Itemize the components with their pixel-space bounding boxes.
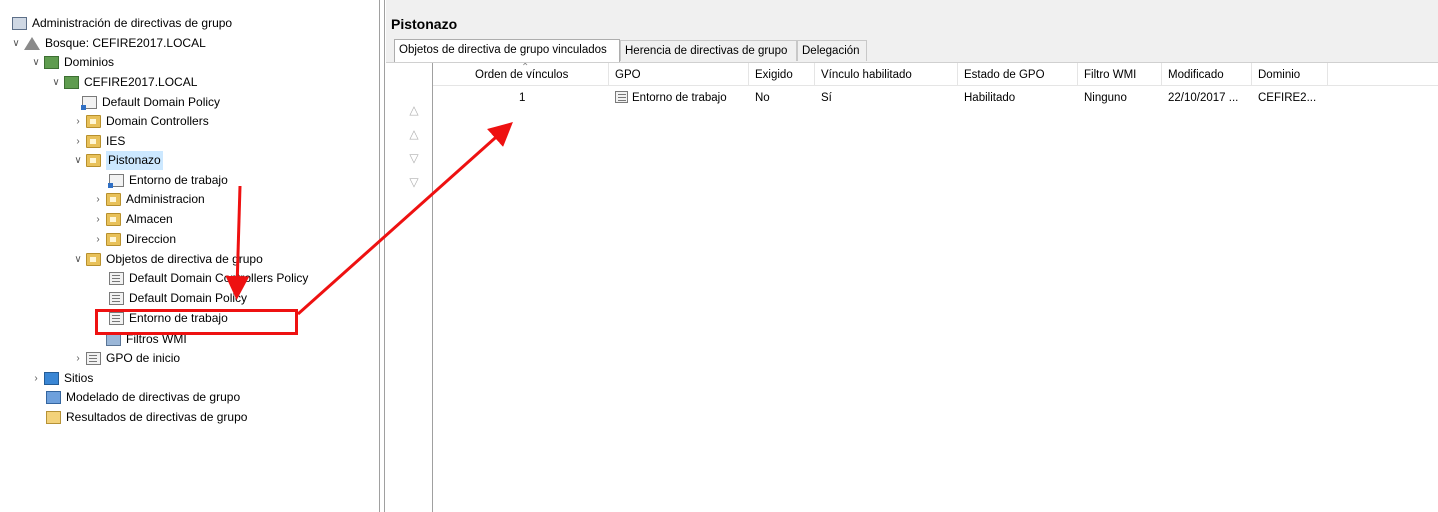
- tree-forest[interactable]: ∨ Bosque: CEFIRE2017.LOCAL: [10, 34, 206, 53]
- cell-wmi-filter: Ninguno: [1084, 92, 1127, 104]
- col-enforced[interactable]: Exigido: [749, 63, 815, 85]
- ou-folder-icon: [106, 213, 121, 226]
- col-link-enabled[interactable]: Vínculo habilitado: [815, 63, 958, 85]
- tree-domain[interactable]: ∨ CEFIRE2017.LOCAL: [50, 73, 197, 92]
- modeling-icon: [46, 391, 61, 404]
- cell-modified: 22/10/2017 ...: [1168, 92, 1239, 104]
- chevron-down-icon[interactable]: ∨: [30, 53, 42, 72]
- chevron-down-icon[interactable]: ∨: [72, 250, 84, 269]
- cell-domain: CEFIRE2...: [1258, 92, 1317, 104]
- tab-content: △ △ ▽ ▽ ⌃ Orden de vínculos GPO Exigido …: [386, 63, 1438, 512]
- domain-icon: [64, 76, 79, 89]
- tree-root[interactable]: Administración de directivas de grupo: [10, 14, 232, 33]
- col-modified[interactable]: Modificado: [1162, 63, 1252, 85]
- gpo-link-icon: [81, 96, 97, 110]
- tree-domains[interactable]: ∨ Dominios: [30, 53, 114, 72]
- tree-ou-pistonazo[interactable]: ∨ Pistonazo: [72, 151, 163, 170]
- tab-linked-gpos[interactable]: Objetos de directiva de grupo vinculados: [394, 39, 620, 62]
- cell-link-order: 1: [519, 92, 526, 104]
- details-header: Pistonazo Objetos de directiva de grupo …: [386, 10, 1438, 63]
- gpo-icon: [109, 312, 124, 325]
- col-link-order[interactable]: ⌃ Orden de vínculos: [433, 63, 609, 85]
- chevron-down-icon[interactable]: ∨: [10, 34, 22, 53]
- chevron-right-icon[interactable]: ›: [72, 112, 84, 131]
- chevron-right-icon[interactable]: ›: [92, 230, 104, 249]
- tree-entorno-link[interactable]: Entorno de trabajo: [107, 171, 228, 190]
- tree-ou-almacen[interactable]: › Almacen: [92, 210, 173, 229]
- cell-gpo: Entorno de trabajo: [609, 89, 749, 107]
- chevron-right-icon[interactable]: ›: [92, 190, 104, 209]
- move-up-icon[interactable]: △: [404, 124, 424, 144]
- gpo-icon: [109, 292, 124, 305]
- ou-folder-icon: [106, 193, 121, 206]
- col-gpo[interactable]: GPO: [609, 63, 749, 85]
- chevron-down-icon[interactable]: ∨: [50, 73, 62, 92]
- chevron-down-icon[interactable]: ∨: [72, 151, 84, 170]
- gpo-icon: [615, 91, 628, 103]
- tree-wmi-filters[interactable]: Filtros WMI: [92, 330, 187, 349]
- forest-icon: [24, 37, 40, 50]
- tree-ou-direccion[interactable]: › Direccion: [92, 230, 176, 249]
- tree-default-domain-policy-link[interactable]: Default Domain Policy: [80, 93, 220, 112]
- tree-modeling[interactable]: Modelado de directivas de grupo: [44, 388, 240, 407]
- chevron-right-icon[interactable]: ›: [72, 349, 84, 368]
- gpo-container-icon: [86, 253, 101, 266]
- sites-icon: [44, 372, 59, 385]
- tree-results[interactable]: Resultados de directivas de grupo: [44, 408, 247, 427]
- tree-gpo-domain-policy[interactable]: Default Domain Policy: [107, 289, 247, 308]
- ou-folder-icon: [86, 135, 101, 148]
- move-bottom-icon[interactable]: ▽: [404, 172, 424, 192]
- results-icon: [46, 411, 61, 424]
- wmi-filter-icon: [106, 333, 121, 346]
- gpo-icon: [109, 272, 124, 285]
- starter-gpo-icon: [86, 352, 101, 365]
- tree-ou-ies[interactable]: › IES: [72, 132, 125, 151]
- move-down-icon[interactable]: ▽: [404, 148, 424, 168]
- chevron-right-icon[interactable]: ›: [72, 132, 84, 151]
- cell-gpo-status: Habilitado: [964, 92, 1016, 104]
- move-top-icon[interactable]: △: [404, 100, 424, 120]
- cell-link-enabled: Sí: [821, 92, 832, 104]
- chevron-right-icon[interactable]: ›: [92, 210, 104, 229]
- console-tree: Administración de directivas de grupo ∨ B…: [0, 0, 380, 512]
- top-strip: [386, 0, 1438, 10]
- tree-ou-administracion[interactable]: › Administracion: [92, 190, 205, 209]
- col-domain[interactable]: Dominio: [1252, 63, 1328, 85]
- tab-delegation[interactable]: Delegación: [797, 40, 867, 61]
- tree-starter-gpo[interactable]: › GPO de inicio: [72, 349, 180, 368]
- cell-enforced: No: [755, 92, 770, 104]
- pane-splitter[interactable]: [379, 0, 385, 512]
- tree-gpo-dc-policy[interactable]: Default Domain Controllers Policy: [107, 269, 308, 288]
- col-wmi-filter[interactable]: Filtro WMI: [1078, 63, 1162, 85]
- sort-ascending-icon: ⌃: [521, 63, 530, 73]
- tree-domain-controllers[interactable]: › Domain Controllers: [72, 112, 209, 131]
- tree-gpo-entorno[interactable]: Entorno de trabajo: [107, 309, 228, 328]
- gpo-link-icon: [108, 174, 124, 188]
- gpmc-root-icon: [12, 17, 27, 30]
- ou-folder-icon: [106, 233, 121, 246]
- chevron-right-icon[interactable]: ›: [30, 369, 42, 388]
- ou-folder-icon: [86, 154, 101, 167]
- tree-gpo-objects[interactable]: ∨ Objetos de directiva de grupo: [72, 250, 263, 269]
- tree-sites[interactable]: › Sitios: [30, 369, 93, 388]
- table-header: ⌃ Orden de vínculos GPO Exigido Vínculo …: [433, 63, 1438, 86]
- details-pane: Pistonazo Objetos de directiva de grupo …: [386, 0, 1438, 512]
- tab-inheritance[interactable]: Herencia de directivas de grupo: [620, 40, 797, 61]
- col-gpo-status[interactable]: Estado de GPO: [958, 63, 1078, 85]
- linked-gpo-table: ⌃ Orden de vínculos GPO Exigido Vínculo …: [432, 63, 1438, 512]
- ou-folder-icon: [86, 115, 101, 128]
- domains-icon: [44, 56, 59, 69]
- page-title: Pistonazo: [391, 16, 458, 32]
